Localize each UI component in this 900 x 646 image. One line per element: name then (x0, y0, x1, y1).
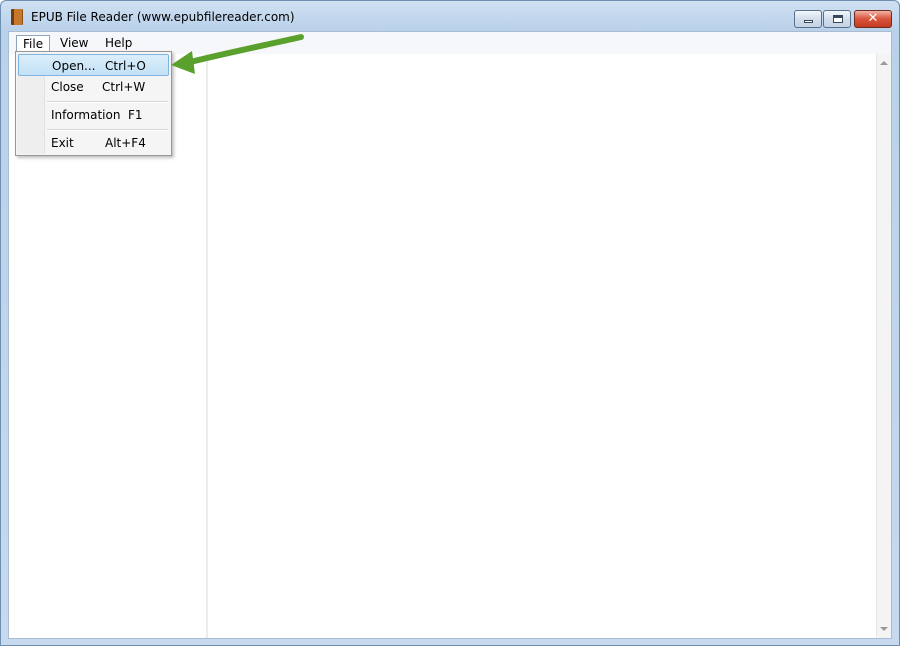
menu-item-label: Exit (51, 136, 74, 150)
maximize-icon (833, 15, 843, 23)
menu-item-shortcut: F1 (128, 108, 143, 122)
menu-item-close[interactable]: Close Ctrl+W (18, 76, 169, 98)
minimize-icon (804, 20, 813, 23)
menu-separator (47, 101, 168, 103)
close-icon: ✕ (867, 11, 879, 26)
menu-item-information[interactable]: Information F1 (18, 104, 169, 126)
menu-item-shortcut: Ctrl+O (105, 59, 146, 73)
minimize-button[interactable] (794, 10, 822, 28)
vertical-scrollbar[interactable] (876, 54, 891, 638)
menu-item-shortcut: Alt+F4 (105, 136, 146, 150)
window-title: EPUB File Reader (www.epubfilereader.com… (31, 10, 295, 24)
reading-pane[interactable] (208, 54, 876, 638)
app-window: EPUB File Reader (www.epubfilereader.com… (0, 0, 900, 646)
menu-file[interactable]: File (16, 35, 51, 52)
menu-item-exit[interactable]: Exit Alt+F4 (18, 132, 169, 154)
annotation-arrow-icon (171, 34, 304, 74)
close-button[interactable]: ✕ (854, 10, 892, 28)
menu-view[interactable]: View (54, 35, 94, 52)
menu-help[interactable]: Help (99, 35, 138, 52)
menu-item-shortcut: Ctrl+W (102, 80, 146, 94)
scroll-up-icon[interactable] (880, 61, 888, 65)
menu-item-label: Open... (52, 59, 96, 73)
maximize-button[interactable] (823, 10, 851, 28)
book-icon (11, 9, 23, 25)
menu-item-open[interactable]: Open... Ctrl+O (18, 54, 169, 76)
scroll-down-icon[interactable] (880, 627, 888, 631)
title-bar[interactable]: EPUB File Reader (www.epubfilereader.com… (1, 1, 899, 31)
menu-separator (47, 129, 168, 131)
file-menu-dropdown: Open... Ctrl+O Close Ctrl+W Information … (15, 51, 172, 156)
menu-item-label: Information (51, 108, 121, 122)
menu-item-label: Close (51, 80, 84, 94)
